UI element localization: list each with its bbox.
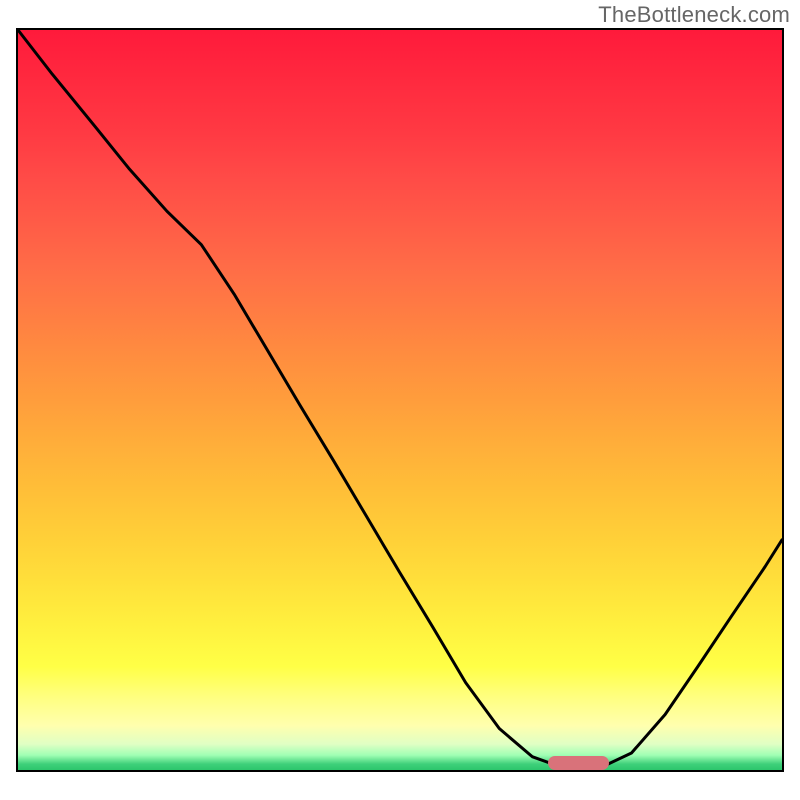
watermark-text: TheBottleneck.com [598, 2, 790, 28]
plot-area [16, 28, 784, 772]
highlight-marker [548, 756, 609, 770]
bottleneck-curve [18, 30, 782, 770]
